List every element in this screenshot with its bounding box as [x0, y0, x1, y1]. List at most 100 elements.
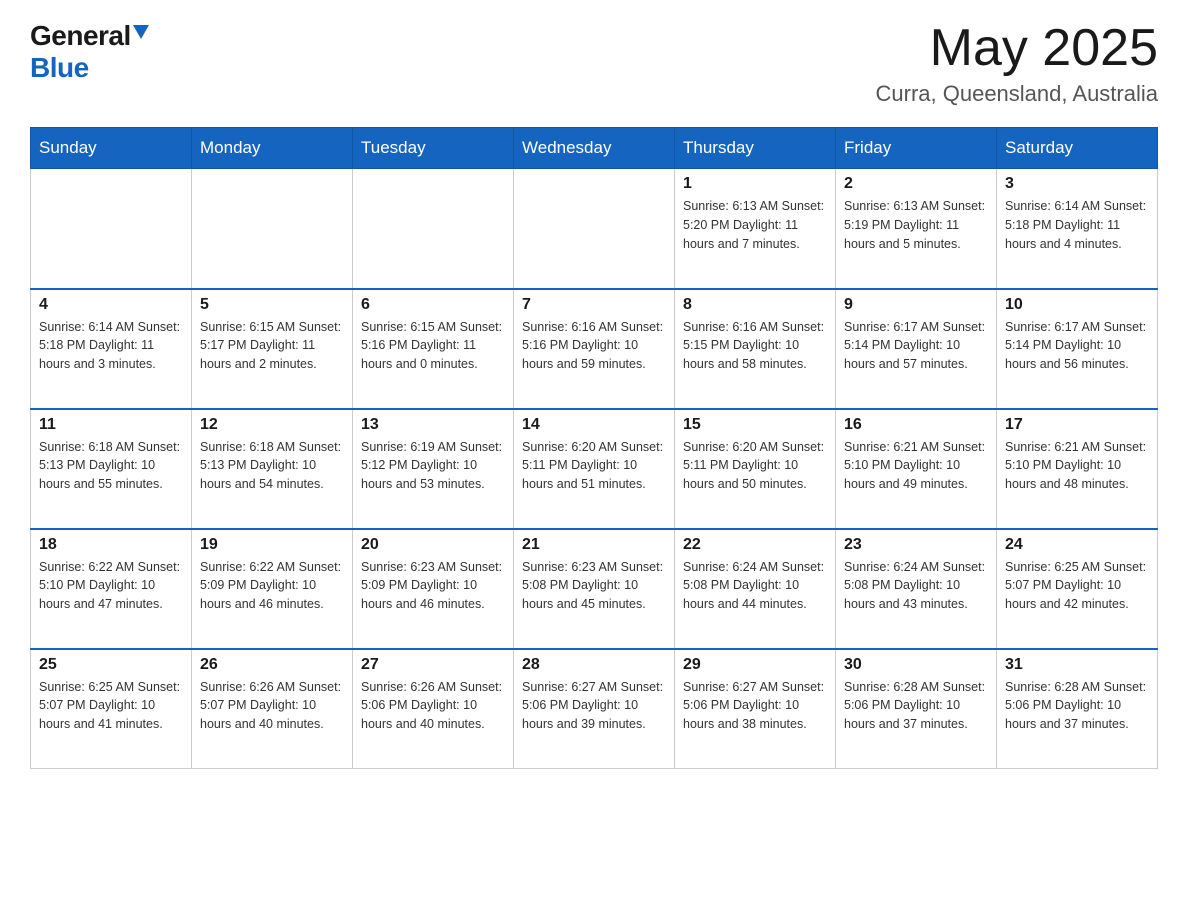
day-number: 12: [200, 416, 344, 434]
day-number: 10: [1005, 296, 1149, 314]
day-info: Sunrise: 6:23 AM Sunset: 5:08 PM Dayligh…: [522, 558, 666, 614]
day-of-week-header: Sunday: [31, 128, 192, 169]
day-info: Sunrise: 6:13 AM Sunset: 5:19 PM Dayligh…: [844, 197, 988, 253]
calendar-week-row: 4Sunrise: 6:14 AM Sunset: 5:18 PM Daylig…: [31, 289, 1158, 409]
calendar-table: SundayMondayTuesdayWednesdayThursdayFrid…: [30, 127, 1158, 769]
calendar-cell: 21 Sunrise: 6:23 AM Sunset: 5:08 PM Dayli…: [514, 529, 675, 649]
calendar-cell: 5Sunrise: 6:15 AM Sunset: 5:17 PM Daylig…: [192, 289, 353, 409]
calendar-cell: 13 Sunrise: 6:19 AM Sunset: 5:12 PM Dayli…: [353, 409, 514, 529]
calendar-cell: 14 Sunrise: 6:20 AM Sunset: 5:11 PM Dayli…: [514, 409, 675, 529]
page-header: General Blue May 2025 Curra, Queensland,…: [30, 20, 1158, 107]
calendar-cell: 29 Sunrise: 6:27 AM Sunset: 5:06 PM Dayli…: [675, 649, 836, 769]
calendar-cell: [31, 169, 192, 289]
logo-blue-text: Blue: [30, 52, 89, 84]
day-number: 15: [683, 416, 827, 434]
day-number: 14: [522, 416, 666, 434]
day-number: 30: [844, 656, 988, 674]
day-number: 8: [683, 296, 827, 314]
day-info: Sunrise: 6:22 AM Sunset: 5:09 PM Dayligh…: [200, 558, 344, 614]
day-number: 7: [522, 296, 666, 314]
day-info: Sunrise: 6:25 AM Sunset: 5:07 PM Dayligh…: [39, 678, 183, 734]
day-of-week-header: Thursday: [675, 128, 836, 169]
day-info: Sunrise: 6:19 AM Sunset: 5:12 PM Dayligh…: [361, 438, 505, 494]
day-info: Sunrise: 6:18 AM Sunset: 5:13 PM Dayligh…: [39, 438, 183, 494]
logo-triangle-icon: [133, 25, 149, 39]
day-info: Sunrise: 6:22 AM Sunset: 5:10 PM Dayligh…: [39, 558, 183, 614]
calendar-cell: 19Sunrise: 6:22 AM Sunset: 5:09 PM Dayli…: [192, 529, 353, 649]
day-info: Sunrise: 6:24 AM Sunset: 5:08 PM Dayligh…: [683, 558, 827, 614]
day-info: Sunrise: 6:26 AM Sunset: 5:07 PM Dayligh…: [200, 678, 344, 734]
calendar-cell: [353, 169, 514, 289]
day-info: Sunrise: 6:27 AM Sunset: 5:06 PM Dayligh…: [522, 678, 666, 734]
logo-general-text: General: [30, 20, 131, 52]
day-info: Sunrise: 6:21 AM Sunset: 5:10 PM Dayligh…: [844, 438, 988, 494]
calendar-cell: 9Sunrise: 6:17 AM Sunset: 5:14 PM Daylig…: [836, 289, 997, 409]
day-number: 16: [844, 416, 988, 434]
calendar-cell: 20 Sunrise: 6:23 AM Sunset: 5:09 PM Dayli…: [353, 529, 514, 649]
day-info: Sunrise: 6:28 AM Sunset: 5:06 PM Dayligh…: [844, 678, 988, 734]
calendar-week-row: 11 Sunrise: 6:18 AM Sunset: 5:13 PM Dayli…: [31, 409, 1158, 529]
calendar-cell: [514, 169, 675, 289]
calendar-cell: 17 Sunrise: 6:21 AM Sunset: 5:10 PM Dayli…: [997, 409, 1158, 529]
day-info: Sunrise: 6:25 AM Sunset: 5:07 PM Dayligh…: [1005, 558, 1149, 614]
day-info: Sunrise: 6:23 AM Sunset: 5:09 PM Dayligh…: [361, 558, 505, 614]
month-title: May 2025: [876, 20, 1159, 77]
day-info: Sunrise: 6:20 AM Sunset: 5:11 PM Dayligh…: [683, 438, 827, 494]
calendar-cell: 8Sunrise: 6:16 AM Sunset: 5:15 PM Daylig…: [675, 289, 836, 409]
day-info: Sunrise: 6:15 AM Sunset: 5:17 PM Dayligh…: [200, 318, 344, 374]
days-of-week-row: SundayMondayTuesdayWednesdayThursdayFrid…: [31, 128, 1158, 169]
day-info: Sunrise: 6:27 AM Sunset: 5:06 PM Dayligh…: [683, 678, 827, 734]
day-info: Sunrise: 6:14 AM Sunset: 5:18 PM Dayligh…: [1005, 197, 1149, 253]
calendar-cell: 24 Sunrise: 6:25 AM Sunset: 5:07 PM Dayli…: [997, 529, 1158, 649]
calendar-week-row: 1 Sunrise: 6:13 AM Sunset: 5:20 PM Daylig…: [31, 169, 1158, 289]
day-number: 21: [522, 536, 666, 554]
calendar-cell: 2 Sunrise: 6:13 AM Sunset: 5:19 PM Daylig…: [836, 169, 997, 289]
day-of-week-header: Friday: [836, 128, 997, 169]
day-info: Sunrise: 6:17 AM Sunset: 5:14 PM Dayligh…: [1005, 318, 1149, 374]
calendar-cell: 15 Sunrise: 6:20 AM Sunset: 5:11 PM Dayli…: [675, 409, 836, 529]
day-number: 29: [683, 656, 827, 674]
day-number: 20: [361, 536, 505, 554]
calendar-week-row: 25 Sunrise: 6:25 AM Sunset: 5:07 PM Dayli…: [31, 649, 1158, 769]
calendar-cell: 4Sunrise: 6:14 AM Sunset: 5:18 PM Daylig…: [31, 289, 192, 409]
logo: General Blue: [30, 20, 149, 84]
day-of-week-header: Tuesday: [353, 128, 514, 169]
calendar-cell: 6Sunrise: 6:15 AM Sunset: 5:16 PM Daylig…: [353, 289, 514, 409]
calendar-cell: 26 Sunrise: 6:26 AM Sunset: 5:07 PM Dayli…: [192, 649, 353, 769]
calendar-cell: 30 Sunrise: 6:28 AM Sunset: 5:06 PM Dayli…: [836, 649, 997, 769]
calendar-cell: 10 Sunrise: 6:17 AM Sunset: 5:14 PM Dayli…: [997, 289, 1158, 409]
day-number: 26: [200, 656, 344, 674]
calendar-cell: 31Sunrise: 6:28 AM Sunset: 5:06 PM Dayli…: [997, 649, 1158, 769]
day-number: 24: [1005, 536, 1149, 554]
day-info: Sunrise: 6:21 AM Sunset: 5:10 PM Dayligh…: [1005, 438, 1149, 494]
day-number: 6: [361, 296, 505, 314]
day-number: 11: [39, 416, 183, 434]
title-block: May 2025 Curra, Queensland, Australia: [876, 20, 1159, 107]
day-info: Sunrise: 6:20 AM Sunset: 5:11 PM Dayligh…: [522, 438, 666, 494]
calendar-cell: [192, 169, 353, 289]
day-number: 31: [1005, 656, 1149, 674]
day-info: Sunrise: 6:13 AM Sunset: 5:20 PM Dayligh…: [683, 197, 827, 253]
day-info: Sunrise: 6:18 AM Sunset: 5:13 PM Dayligh…: [200, 438, 344, 494]
calendar-cell: 7 Sunrise: 6:16 AM Sunset: 5:16 PM Daylig…: [514, 289, 675, 409]
day-number: 18: [39, 536, 183, 554]
day-number: 13: [361, 416, 505, 434]
calendar-cell: 16 Sunrise: 6:21 AM Sunset: 5:10 PM Dayli…: [836, 409, 997, 529]
day-number: 22: [683, 536, 827, 554]
day-number: 3: [1005, 175, 1149, 193]
calendar-cell: 28Sunrise: 6:27 AM Sunset: 5:06 PM Dayli…: [514, 649, 675, 769]
calendar-header: SundayMondayTuesdayWednesdayThursdayFrid…: [31, 128, 1158, 169]
calendar-cell: 25 Sunrise: 6:25 AM Sunset: 5:07 PM Dayli…: [31, 649, 192, 769]
day-info: Sunrise: 6:17 AM Sunset: 5:14 PM Dayligh…: [844, 318, 988, 374]
day-number: 4: [39, 296, 183, 314]
day-number: 2: [844, 175, 988, 193]
calendar-cell: 27Sunrise: 6:26 AM Sunset: 5:06 PM Dayli…: [353, 649, 514, 769]
calendar-body: 1 Sunrise: 6:13 AM Sunset: 5:20 PM Daylig…: [31, 169, 1158, 769]
calendar-cell: 22 Sunrise: 6:24 AM Sunset: 5:08 PM Dayli…: [675, 529, 836, 649]
day-info: Sunrise: 6:16 AM Sunset: 5:16 PM Dayligh…: [522, 318, 666, 374]
day-number: 17: [1005, 416, 1149, 434]
day-number: 25: [39, 656, 183, 674]
calendar-cell: 11 Sunrise: 6:18 AM Sunset: 5:13 PM Dayli…: [31, 409, 192, 529]
day-number: 1: [683, 175, 827, 193]
calendar-cell: 1 Sunrise: 6:13 AM Sunset: 5:20 PM Daylig…: [675, 169, 836, 289]
